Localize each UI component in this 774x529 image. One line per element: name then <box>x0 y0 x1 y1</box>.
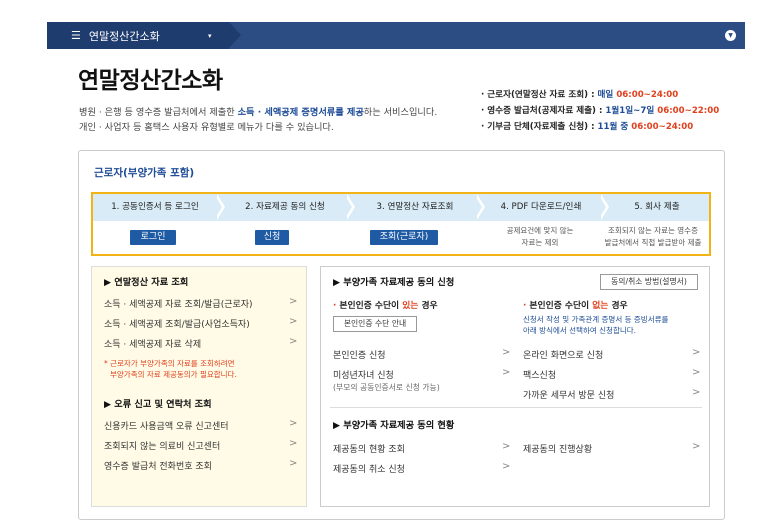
minor-child-note: (부모의 공동인증서로 신청 가능) <box>333 383 440 392</box>
chevron-right-icon: > <box>289 336 298 347</box>
section-title-error-report: ▶ 오류 신고 및 연락처 조회 <box>104 399 212 410</box>
chevron-right-icon: > <box>692 441 701 452</box>
chevron-right-icon: > <box>502 367 511 378</box>
caret-down-icon: ▾ <box>208 31 212 40</box>
hamburger-icon: ☰ <box>71 29 81 42</box>
step-5-note: 조회되지 않는 자료는 영수증 발급처에서 직접 발급받아 제출 <box>604 226 702 247</box>
section-title-data-inquiry: ▶ 연말정산 자료 조회 <box>104 277 189 288</box>
process-steps: 1. 공동인증서 등 로그인 2. 자료제공 동의 신청 3. 연말정산 자료조… <box>91 192 711 256</box>
page-description-line1: 병원 · 은행 등 영수증 발급처에서 제출한 소득 · 세액공제 증명서류를 … <box>79 107 438 118</box>
menu-item-business-inquiry[interactable]: 소득 · 세액공제 조회/발급(사업소득자) <box>104 317 250 330</box>
menu-item-medical-report[interactable]: 조회되지 않는 의료비 신고센터 <box>104 439 220 452</box>
chevron-right-icon: > <box>289 418 298 429</box>
fax-apply-link[interactable]: 팩스신청 <box>523 368 556 381</box>
menu-item-worker-inquiry[interactable]: 소득 · 세액공제 자료 조회/발급(근로자) <box>104 297 253 310</box>
panel-title: 근로자(부양가족 포함) <box>94 167 195 179</box>
page-description-line2: 개인 · 사업자 등 홈택스 사용자 유형별로 메뉴가 다를 수 있습니다. <box>79 122 334 133</box>
page-title: 연말정산간소화 <box>78 68 223 94</box>
schedule-item-issuer: · 영수증 발급처(공제자료 제출) : 1월1일~7일 06:00~22:00 <box>481 106 720 116</box>
no-cert-heading: · 본인인증 수단이 없는 경우 <box>523 301 628 311</box>
step-3-label: 3. 연말정산 자료조회 <box>376 202 454 212</box>
worker-inquiry-button[interactable]: 조회(근로자) <box>370 230 438 245</box>
menu-dropdown[interactable]: ☰ 연말정산간소화 ▾ <box>47 22 229 49</box>
chevron-right-icon: > <box>502 347 511 358</box>
step-4-label: 4. PDF 다운로드/인쇄 <box>500 202 582 212</box>
section-title-consent: ▶ 부양가족 자료제공 동의 신청 <box>333 277 455 288</box>
menu-item-issuer-phone[interactable]: 영수증 발급처 전화번호 조회 <box>104 459 212 472</box>
step-4-note: 공제요건에 맞지 않는 자료는 제외 <box>506 226 574 247</box>
chevron-right-icon: > <box>289 316 298 327</box>
schedule-item-worker: · 근로자(연말정산 자료 조회) : 매일 06:00~24:00 <box>481 90 679 100</box>
tax-office-visit-link[interactable]: 가까운 세무서 방문 신청 <box>523 388 614 401</box>
step-divider <box>344 194 352 220</box>
online-apply-link[interactable]: 온라인 화면으로 신청 <box>523 348 603 361</box>
top-navigation-bar: ☰ 연말정산간소화 ▾ ▼ <box>47 22 745 49</box>
chevron-right-icon: > <box>289 458 298 469</box>
chevron-right-icon: > <box>289 438 298 449</box>
chevron-right-icon: > <box>502 441 511 452</box>
minor-child-apply-link[interactable]: 미성년자녀 신청 <box>333 368 394 381</box>
consent-progress-link[interactable]: 제공동의 진행상황 <box>523 442 592 455</box>
apply-button[interactable]: 신청 <box>255 230 289 245</box>
login-button[interactable]: 로그인 <box>130 230 176 245</box>
self-cert-apply-link[interactable]: 본인인증 신청 <box>333 348 386 361</box>
chevron-right-icon: > <box>692 387 701 398</box>
step-2-label: 2. 자료제공 동의 신청 <box>245 202 325 212</box>
schedule-item-donation: · 기부금 단체(자료제출 신청) : 11월 중 06:00~24:00 <box>481 122 694 132</box>
menu-label: 연말정산간소화 <box>88 29 160 43</box>
chevron-right-icon: > <box>289 296 298 307</box>
divider <box>330 407 702 408</box>
cert-guide-button[interactable]: 본인인증 수단 안내 <box>333 316 417 332</box>
chevron-right-icon: > <box>502 461 511 472</box>
no-cert-note: 신청서 작성 및 가족관계 증명서 등 증빙서류를 아래 방식에서 선택하여 신청… <box>523 315 669 335</box>
step-1-label: 1. 공동인증서 등 로그인 <box>111 202 199 212</box>
step-divider <box>214 194 222 220</box>
dependents-notice: * 근로자가 부양가족의 자료를 조회하려면 부양가족의 자료 제공동의가 필요합… <box>104 359 237 379</box>
chevron-right-icon: > <box>692 347 701 358</box>
has-cert-heading: · 본인인증 수단이 있는 경우 <box>333 301 438 311</box>
menu-item-card-error-report[interactable]: 신용카드 사용금액 오류 신고센터 <box>104 419 229 432</box>
step-5-label: 5. 회사 제출 <box>634 202 680 212</box>
consent-cancel-link[interactable]: 제공동의 취소 신청 <box>333 462 405 475</box>
chevron-down-circle-icon[interactable]: ▼ <box>725 30 736 41</box>
consent-method-guide-button[interactable]: 동의/취소 방법(설명서) <box>600 274 698 290</box>
chevron-right-icon: > <box>692 367 701 378</box>
menu-item-delete-data[interactable]: 소득 · 세액공제 자료 삭제 <box>104 337 201 350</box>
section-title-consent-status: ▶ 부양가족 자료제공 동의 현황 <box>333 420 455 431</box>
menu-arrow-decoration <box>229 22 241 48</box>
consent-status-inquiry-link[interactable]: 제공동의 현황 조회 <box>333 442 405 455</box>
